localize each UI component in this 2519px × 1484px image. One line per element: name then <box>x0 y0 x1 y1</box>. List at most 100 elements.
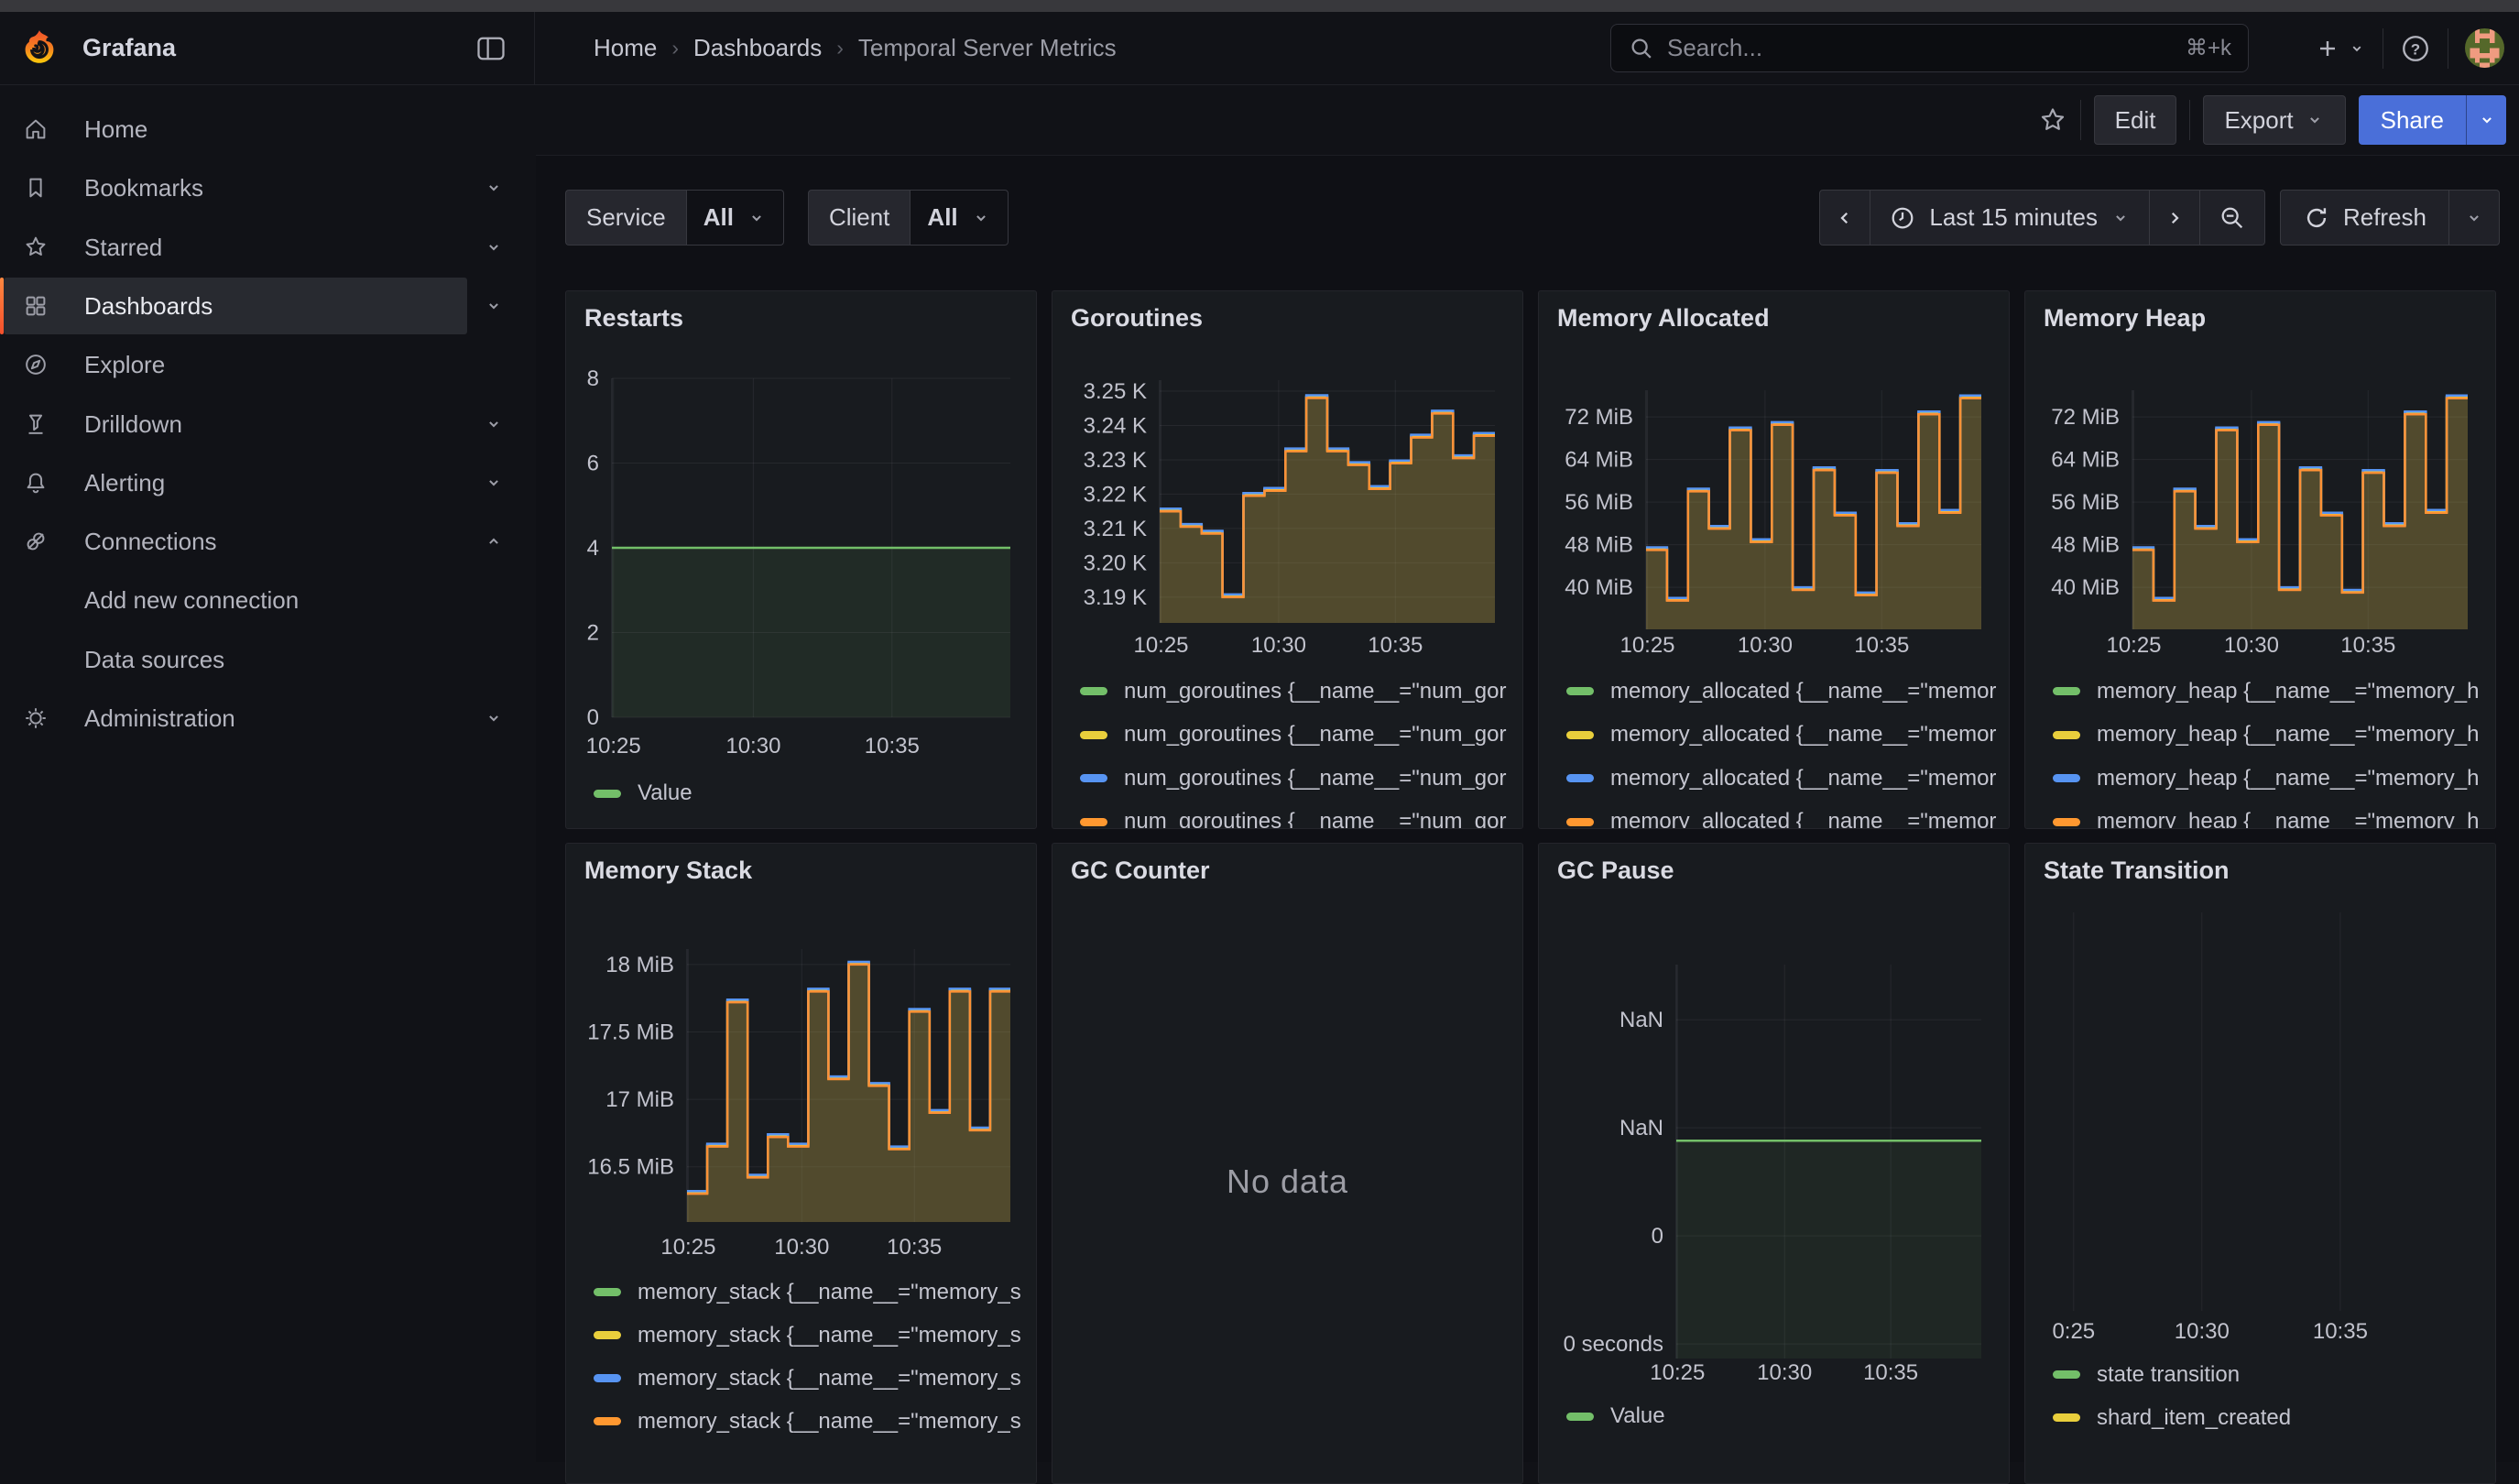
panel-memory-stack: Memory Stack18 MiB17.5 MiB17 MiB16.5 MiB… <box>565 843 1037 1484</box>
sidebar-item-bookmarks[interactable]: Bookmarks <box>4 159 467 216</box>
sidebar-item-add-new-connection[interactable]: Add new connection <box>4 572 467 628</box>
breadcrumb-item[interactable]: Dashboards <box>693 34 822 62</box>
sidebar-item-data-sources[interactable]: Data sources <box>4 631 467 688</box>
sidebar-item-label: Add new connection <box>84 586 299 615</box>
panel-goroutines: Goroutines3.25 K3.24 K3.23 K3.22 K3.21 K… <box>1052 290 1523 829</box>
search-box[interactable]: ⌘+k <box>1610 24 2249 72</box>
panel-title[interactable]: GC Counter <box>1071 857 1210 885</box>
export-button[interactable]: Export <box>2203 95 2345 145</box>
home-icon <box>22 115 49 143</box>
legend-swatch-icon <box>594 1374 621 1382</box>
chevron-up-icon[interactable] <box>484 531 504 551</box>
svg-text:18 MiB: 18 MiB <box>605 953 674 977</box>
time-back-button[interactable] <box>1819 190 1870 246</box>
legend-item[interactable]: memory_heap {__name__="memory_h <box>2053 801 2495 830</box>
legend-item[interactable]: memory_stack {__name__="memory_s <box>594 1271 1036 1314</box>
chevron-down-icon[interactable] <box>484 414 504 434</box>
refresh-button[interactable]: Refresh <box>2280 190 2449 246</box>
new-button[interactable] <box>2313 34 2366 63</box>
time-zoom-out-button[interactable] <box>2199 190 2265 246</box>
sidebar-item-administration[interactable]: Administration <box>4 690 467 747</box>
legend-item[interactable]: shard_item_created <box>2053 1396 2495 1439</box>
help-button[interactable]: ? <box>2400 33 2431 64</box>
svg-text:3.20 K: 3.20 K <box>1084 551 1147 575</box>
svg-text:72 MiB: 72 MiB <box>1565 405 1633 430</box>
breadcrumb: Home›Dashboards›Temporal Server Metrics <box>594 12 1117 84</box>
chevron-down-icon[interactable] <box>484 708 504 728</box>
template-variable-filters: ServiceAllClientAll <box>565 190 1009 246</box>
legend-item[interactable]: memory_heap {__name__="memory_h <box>2053 714 2495 758</box>
legend-item[interactable]: Value <box>594 771 1036 815</box>
svg-text:10:30: 10:30 <box>1757 1360 1812 1385</box>
svg-text:0 seconds: 0 seconds <box>1564 1332 1663 1357</box>
top-nav: Grafana Home›Dashboards›Temporal Server … <box>0 12 2519 85</box>
svg-text:17 MiB: 17 MiB <box>605 1087 674 1112</box>
legend-item[interactable]: memory_allocated {__name__="memor <box>1566 714 2009 758</box>
svg-text:40 MiB: 40 MiB <box>1565 575 1633 600</box>
time-forward-button[interactable] <box>2149 190 2200 246</box>
legend-item[interactable]: memory_stack {__name__="memory_s <box>594 1400 1036 1443</box>
sidebar-item-dashboards[interactable]: Dashboards <box>4 278 467 334</box>
sidebar-item-connections[interactable]: Connections <box>4 513 467 570</box>
svg-text:10:25: 10:25 <box>2106 633 2161 658</box>
sidebar-item-label: Dashboards <box>84 292 213 321</box>
chevron-down-icon[interactable] <box>484 178 504 198</box>
panel-legend: memory_stack {__name__="memory_smemory_s… <box>594 1271 1036 1443</box>
sidebar-item-explore[interactable]: Explore <box>4 336 467 393</box>
chevron-down-icon[interactable] <box>484 296 504 316</box>
breadcrumb-item[interactable]: Home <box>594 34 657 62</box>
filter-value-dropdown[interactable]: All <box>686 190 784 246</box>
legend-item[interactable]: memory_stack {__name__="memory_s <box>594 1314 1036 1357</box>
sidebar-item-alerting[interactable]: Alerting <box>4 454 467 511</box>
svg-text:NaN: NaN <box>1619 1008 1663 1032</box>
svg-text:3.25 K: 3.25 K <box>1084 379 1147 404</box>
legend-item[interactable]: memory_heap {__name__="memory_h <box>2053 757 2495 801</box>
refresh-interval-button[interactable] <box>2448 190 2500 246</box>
restarts-chart: 8642010:2510:3010:35 <box>566 291 1037 829</box>
svg-text:64 MiB: 64 MiB <box>2051 448 2120 473</box>
legend-item[interactable]: num_goroutines {__name__="num_gor <box>1080 670 1522 714</box>
sidebar-item-home[interactable]: Home <box>4 101 467 158</box>
legend-item[interactable]: memory_allocated {__name__="memor <box>1566 757 2009 801</box>
filter-value-dropdown[interactable]: All <box>910 190 1008 246</box>
chevron-down-icon <box>971 208 991 228</box>
grafana-logo-icon[interactable] <box>20 28 59 67</box>
sidebar-item-label: Alerting <box>84 469 165 497</box>
legend-item[interactable]: num_goroutines {__name__="num_gor <box>1080 714 1522 758</box>
chevron-down-icon[interactable] <box>484 237 504 257</box>
dock-sidebar-icon[interactable] <box>474 31 509 66</box>
legend-item[interactable]: memory_stack {__name__="memory_s <box>594 1357 1036 1400</box>
share-dropdown-button[interactable] <box>2466 95 2506 145</box>
svg-text:10:30: 10:30 <box>2224 633 2279 658</box>
legend-swatch-icon <box>1080 731 1107 739</box>
search-shortcut: ⌘+k <box>2186 35 2231 61</box>
legend-item[interactable]: memory_heap {__name__="memory_h <box>2053 670 2495 714</box>
svg-text:40 MiB: 40 MiB <box>2051 575 2120 600</box>
sidebar-item-starred[interactable]: Starred <box>4 219 467 276</box>
sidebar-item-label: Drilldown <box>84 410 182 439</box>
breadcrumb-separator: › <box>671 36 679 60</box>
svg-text:3.22 K: 3.22 K <box>1084 482 1147 507</box>
avatar[interactable] <box>2465 28 2504 68</box>
sidebar: HomeBookmarksStarred Dashboards Explore Dri… <box>0 85 535 1462</box>
edit-button[interactable]: Edit <box>2094 95 2177 145</box>
filter-label: Service <box>565 190 686 246</box>
legend-swatch-icon <box>1566 687 1594 695</box>
panel-legend: Value <box>594 771 1036 815</box>
legend-item[interactable]: num_goroutines {__name__="num_gor <box>1080 757 1522 801</box>
legend-item[interactable]: num_goroutines {__name__="num_gor <box>1080 801 1522 830</box>
chevron-down-icon[interactable] <box>484 473 504 493</box>
svg-text:10:30: 10:30 <box>1251 633 1306 658</box>
legend-swatch-icon <box>594 1288 621 1296</box>
star-dashboard-button[interactable] <box>2038 105 2067 135</box>
legend-item[interactable]: memory_allocated {__name__="memor <box>1566 801 2009 830</box>
legend-item[interactable]: state transition <box>2053 1353 2495 1396</box>
share-button[interactable]: Share <box>2359 95 2466 145</box>
sidebar-item-drilldown[interactable]: Drilldown <box>4 396 467 453</box>
active-accent-bar <box>0 278 4 334</box>
share-button-group: Share <box>2359 95 2506 145</box>
time-range-button[interactable]: Last 15 minutes <box>1870 190 2150 246</box>
search-input[interactable] <box>1667 34 2174 62</box>
legend-item[interactable]: memory_allocated {__name__="memor <box>1566 670 2009 714</box>
legend-item[interactable]: Value <box>1566 1394 2009 1438</box>
